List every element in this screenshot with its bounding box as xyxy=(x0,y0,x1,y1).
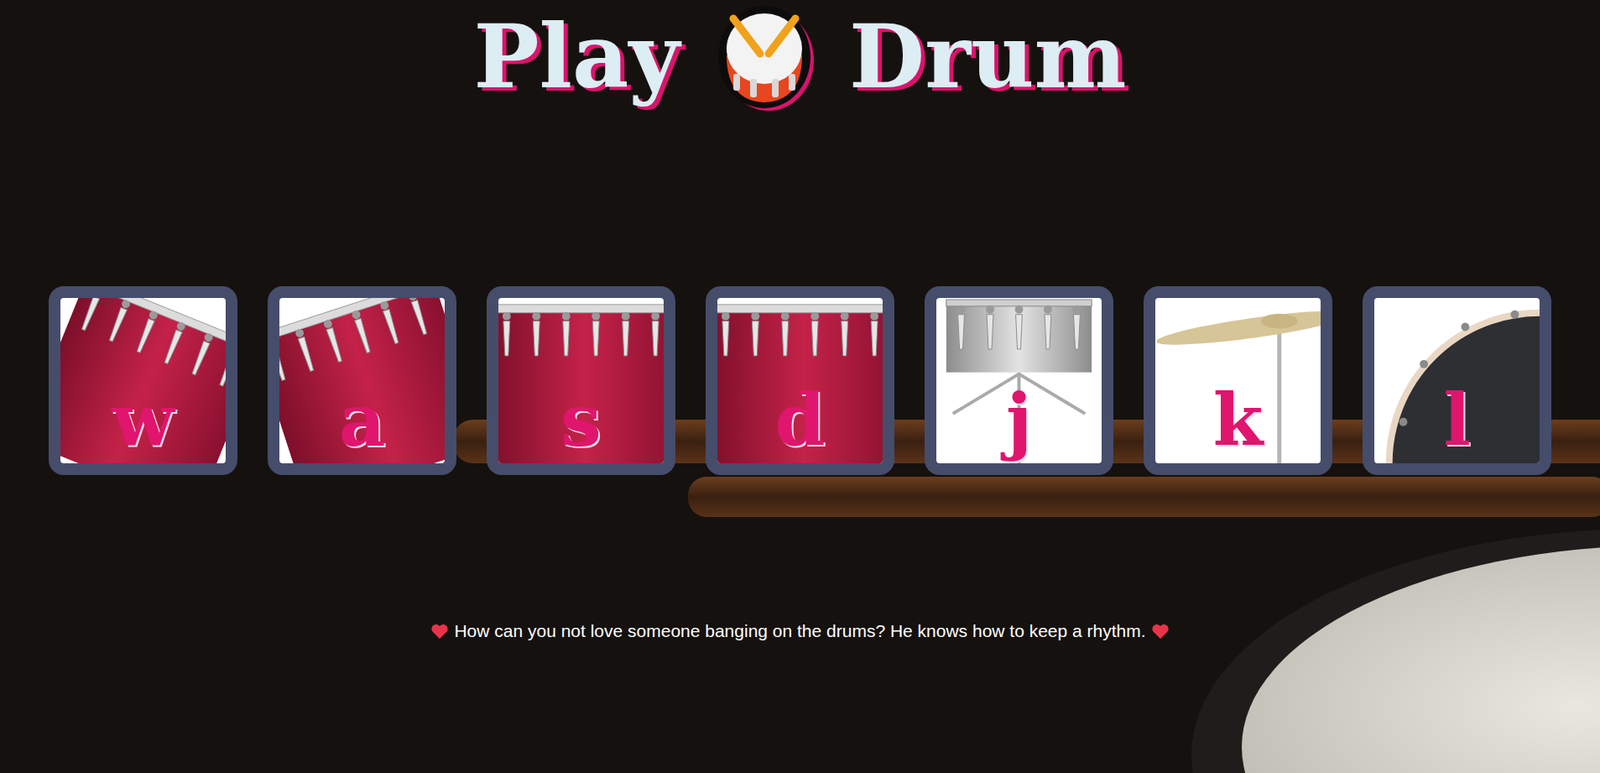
drum-pad[interactable]: k xyxy=(1143,286,1333,475)
pad-key-label: w xyxy=(111,384,174,464)
drum-pad[interactable]: w xyxy=(48,286,238,475)
footer-quote: How can you not love someone banging on … xyxy=(422,617,1178,645)
pad-key-label: k xyxy=(1213,384,1264,464)
drum-icon xyxy=(713,0,816,115)
pad-key-label: l xyxy=(1443,384,1471,464)
heart-icon xyxy=(1151,622,1170,640)
pad-key-label: j xyxy=(1005,384,1032,464)
drum-pad[interactable]: s xyxy=(486,286,676,475)
drum-pad[interactable]: l xyxy=(1362,286,1552,475)
drum-pad-row: wasdjkl xyxy=(48,286,1552,475)
footer-text: How can you not love someone banging on … xyxy=(453,617,1146,645)
title-word: Drum xyxy=(849,5,1127,110)
pad-key-label: d xyxy=(774,384,825,464)
page-title: Play Drum xyxy=(473,0,1126,115)
drum-pad[interactable]: j xyxy=(924,286,1114,475)
heart-icon xyxy=(430,622,449,640)
drum-pad[interactable]: d xyxy=(705,286,895,475)
title-word: Play xyxy=(473,5,680,110)
pad-key-label: a xyxy=(338,384,386,464)
pad-key-label: s xyxy=(560,384,601,464)
drum-pad[interactable]: a xyxy=(267,286,457,475)
